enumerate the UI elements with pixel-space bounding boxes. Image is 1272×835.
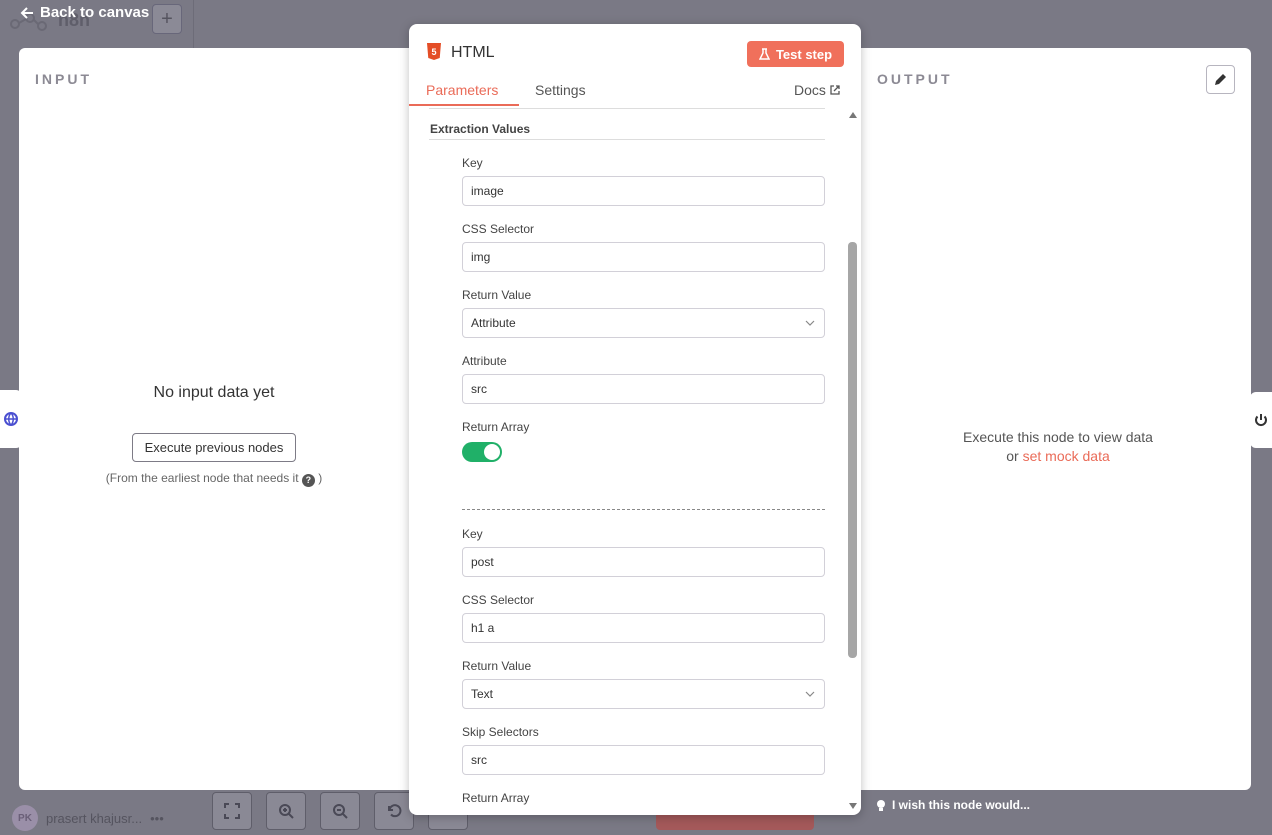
docs-label: Docs xyxy=(794,82,826,98)
pencil-icon xyxy=(1215,74,1226,85)
return-array-toggle[interactable] xyxy=(462,442,502,462)
attribute-label: Attribute xyxy=(462,354,507,368)
execute-hint-end: ) xyxy=(318,471,323,485)
back-to-canvas-label: Back to canvas xyxy=(40,4,150,21)
key-label: Key xyxy=(462,156,483,170)
reset-zoom-button[interactable] xyxy=(374,792,414,830)
active-tab-indicator xyxy=(409,104,519,106)
css-selector-input[interactable]: img xyxy=(462,242,825,272)
question-icon[interactable]: ? xyxy=(301,473,315,487)
html5-icon: 5 xyxy=(427,43,441,60)
zoom-to-fit-button[interactable] xyxy=(212,792,252,830)
return-value-select[interactable]: Text xyxy=(462,679,825,709)
avatar: PK xyxy=(12,805,38,831)
scrollbar[interactable] xyxy=(845,108,861,815)
return-value-selected: Attribute xyxy=(471,316,516,330)
edit-output-button[interactable] xyxy=(1206,65,1235,94)
attribute-input[interactable]: src xyxy=(462,374,825,404)
feedback-link[interactable]: I wish this node would... xyxy=(876,798,1030,812)
skip-selectors-label: Skip Selectors xyxy=(462,725,539,739)
skip-selectors-input[interactable]: src xyxy=(462,745,825,775)
return-array-label: Return Array xyxy=(462,791,530,805)
execute-hint-text: (From the earliest node that needs it xyxy=(105,471,299,485)
scrollbar-thumb[interactable] xyxy=(848,242,857,658)
chevron-down-icon xyxy=(805,320,815,326)
toggle-knob xyxy=(484,444,500,460)
set-mock-data-link[interactable]: set mock data xyxy=(1023,448,1110,464)
css-selector-label: CSS Selector xyxy=(462,222,535,236)
no-input-message: No input data yet xyxy=(153,384,275,401)
parameters-content: Extraction Values Key image CSS Selector… xyxy=(409,108,849,815)
return-value-selected: Text xyxy=(471,687,494,701)
user-name: prasert khajusr... xyxy=(46,810,143,826)
test-step-label: Test step xyxy=(775,46,833,62)
power-icon xyxy=(1255,414,1267,426)
zoom-out-icon xyxy=(333,804,348,819)
divider xyxy=(429,108,825,109)
group-separator xyxy=(462,509,825,510)
node-settings-panel: 5 HTML Test step Parameters Settings Doc… xyxy=(409,24,861,815)
topbar-divider xyxy=(193,0,194,48)
back-to-canvas-link[interactable]: Back to canvas xyxy=(20,4,149,21)
globe-icon xyxy=(4,412,18,426)
output-panel-title: OUTPUT xyxy=(877,71,953,87)
return-value-label: Return Value xyxy=(462,288,532,302)
output-message-line2: or set mock data xyxy=(850,447,1266,466)
input-panel-title: INPUT xyxy=(35,71,92,87)
tab-settings[interactable]: Settings xyxy=(535,82,586,98)
node-tabs: Parameters Settings Docs xyxy=(409,80,861,107)
node-title[interactable]: HTML xyxy=(451,44,495,62)
output-panel: OUTPUT Execute this node to view data or… xyxy=(850,48,1251,790)
docs-link[interactable]: Docs xyxy=(794,82,840,98)
key-input[interactable]: image xyxy=(462,176,825,206)
add-node-button[interactable]: + xyxy=(152,4,182,34)
key-label: Key xyxy=(462,527,483,541)
key-input[interactable]: post xyxy=(462,547,825,577)
lightbulb-icon xyxy=(877,799,885,811)
external-link-icon xyxy=(830,85,840,95)
user-menu[interactable]: PK prasert khajusr... ••• xyxy=(12,805,164,831)
arrow-left-icon xyxy=(20,6,33,19)
more-options-icon[interactable]: ••• xyxy=(150,811,164,826)
node-header: 5 HTML Test step xyxy=(409,24,861,84)
feedback-label: I wish this node would... xyxy=(892,798,1030,812)
output-empty-message: Execute this node to view data or set mo… xyxy=(850,428,1266,466)
divider xyxy=(429,139,825,140)
return-value-select[interactable]: Attribute xyxy=(462,308,825,338)
execute-previous-nodes-button[interactable]: Execute previous nodes xyxy=(132,433,296,462)
fit-view-icon xyxy=(224,803,240,819)
scroll-up-arrow-icon[interactable] xyxy=(849,112,857,118)
zoom-in-button[interactable] xyxy=(266,792,306,830)
css-selector-input[interactable]: h1 a xyxy=(462,613,825,643)
return-array-label: Return Array xyxy=(462,420,530,434)
output-message-line1: Execute this node to view data xyxy=(963,429,1153,445)
zoom-in-icon xyxy=(279,804,294,819)
input-panel: INPUT No input data yet Execute previous… xyxy=(19,48,419,790)
flask-icon xyxy=(758,48,770,60)
output-message-or: or xyxy=(1006,448,1019,464)
css-selector-label: CSS Selector xyxy=(462,593,535,607)
tab-parameters[interactable]: Parameters xyxy=(426,82,498,98)
test-step-button[interactable]: Test step xyxy=(747,41,844,67)
zoom-out-button[interactable] xyxy=(320,792,360,830)
undo-icon xyxy=(388,804,402,818)
scroll-down-arrow-icon[interactable] xyxy=(849,803,857,809)
section-title: Extraction Values xyxy=(430,122,531,136)
chevron-down-icon xyxy=(805,691,815,697)
execute-hint: (From the earliest node that needs it ? … xyxy=(19,471,409,487)
return-value-label: Return Value xyxy=(462,659,532,673)
